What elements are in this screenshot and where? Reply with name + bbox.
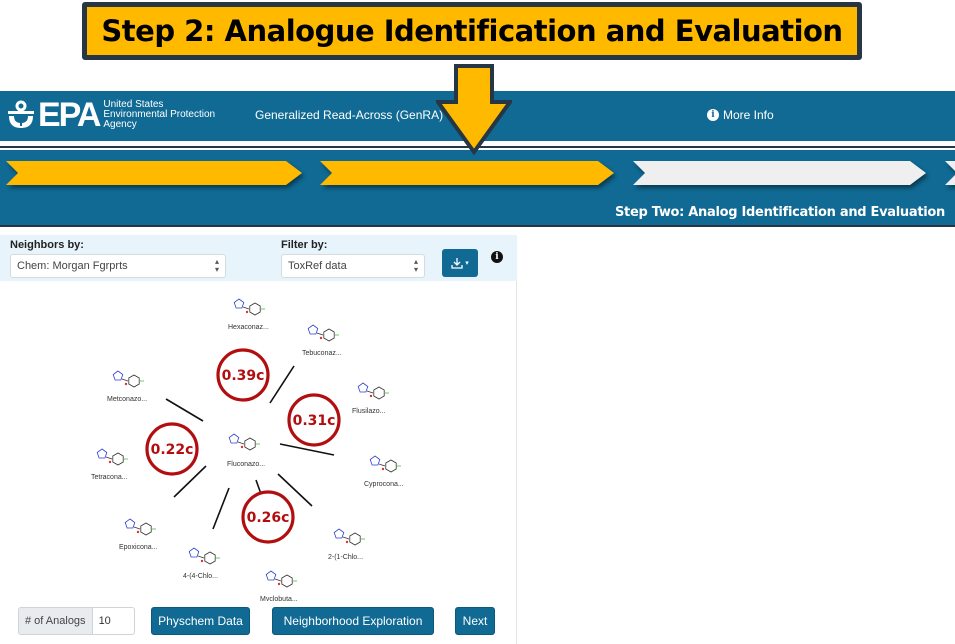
- molecule-structure-icon[interactable]: [307, 324, 339, 342]
- next-button[interactable]: Next: [455, 607, 495, 635]
- analogs-count-group: # of Analogs: [18, 607, 135, 635]
- molecule-structure-icon[interactable]: [112, 370, 144, 388]
- step-1-chevron[interactable]: [6, 161, 302, 185]
- graph-edge: [165, 398, 204, 422]
- filter-by-select[interactable]: ToxRef data ▴ ▾: [281, 254, 425, 278]
- select-caret-icon: ▴ ▾: [214, 257, 219, 274]
- molecule-structure-icon[interactable]: [96, 448, 128, 466]
- neighbor-node-label: Tebuconaz...: [302, 350, 342, 357]
- molecule-structure-icon[interactable]: [333, 528, 365, 546]
- graph-edge: [269, 365, 295, 404]
- epa-logo-text: EPA: [38, 96, 101, 134]
- neighbor-node-label: Tetracona...: [91, 474, 128, 481]
- agency-name: United States Environmental Protection A…: [103, 100, 215, 130]
- download-icon: [451, 258, 463, 269]
- molecule-structure-icon[interactable]: [369, 455, 401, 473]
- step-callout-banner: Step 2: Analogue Identification and Eval…: [82, 2, 862, 60]
- filter-by-value: ToxRef data: [288, 260, 347, 272]
- neighbor-node-label: Metconazo...: [107, 396, 147, 403]
- analogs-count-label: # of Analogs: [18, 607, 93, 635]
- molecule-structure-icon[interactable]: [124, 518, 156, 536]
- molecule-structure-icon[interactable]: [233, 298, 265, 316]
- similarity-score-label: 0.26c: [247, 510, 290, 526]
- select-caret-icon: ▴ ▾: [413, 257, 418, 274]
- neighbor-node-label: 2-(1-Chlo...: [328, 554, 363, 561]
- similarity-score-label: 0.22c: [151, 442, 194, 458]
- panel-toolbar: Neighbors by: Chem: Morgan Fgrprts ▴ ▾ Fi…: [0, 235, 517, 281]
- progress-stepper: Step Two: Analog Identification and Eval…: [0, 150, 955, 227]
- molecule-structure-icon[interactable]: [188, 547, 220, 565]
- neighbor-graph: Fluconazo... Hexaconaz... Tebuconaz... Flus…: [91, 298, 404, 601]
- graph-edge: [212, 487, 230, 530]
- epa-flower-icon: [8, 100, 34, 128]
- download-button[interactable]: ▾: [442, 249, 478, 277]
- dropdown-caret-icon: ▾: [465, 260, 469, 267]
- info-icon[interactable]: i: [491, 251, 503, 263]
- info-icon: i: [707, 109, 719, 121]
- more-info-link[interactable]: i More Info: [707, 108, 774, 122]
- neighbor-node-label: Epoxicona...: [119, 544, 158, 551]
- similarity-score-label: 0.31c: [293, 413, 336, 429]
- molecule-structure-icon[interactable]: [357, 382, 389, 400]
- neighbor-node-label: 4-(4-Chlo...: [183, 573, 218, 580]
- epa-logo[interactable]: EPA United States Environmental Protecti…: [6, 96, 215, 134]
- neighbors-by-label: Neighbors by:: [10, 239, 84, 251]
- analogs-count-input[interactable]: [92, 607, 135, 635]
- neighbor-node-label: Cyprocona...: [364, 481, 404, 488]
- neighbor-node-label: Hexaconaz...: [228, 324, 269, 331]
- step-3-chevron[interactable]: [633, 161, 926, 185]
- neighborhood-exploration-button[interactable]: Neighborhood Exploration: [272, 607, 434, 635]
- neighbors-by-select[interactable]: Chem: Morgan Fgrprts ▴ ▾: [10, 254, 226, 278]
- physchem-data-button[interactable]: Physchem Data: [151, 607, 250, 635]
- agency-line-3: Agency: [103, 119, 137, 130]
- center-node-label: Fluconazo...: [227, 461, 265, 468]
- step-4-chevron[interactable]: [945, 161, 955, 185]
- step-callout-text: Step 2: Analogue Identification and Eval…: [101, 14, 843, 48]
- app-title[interactable]: Generalized Read-Across (GenRA): [255, 108, 443, 122]
- step-caption: Step Two: Analog Identification and Eval…: [614, 205, 945, 220]
- molecule-structure-icon[interactable]: [228, 433, 260, 451]
- neighbor-node-label: Flusilazo...: [352, 408, 386, 415]
- neighbors-by-value: Chem: Morgan Fgrprts: [17, 260, 128, 272]
- filter-by-label: Filter by:: [281, 239, 328, 251]
- similarity-score-label: 0.39c: [222, 368, 265, 384]
- molecule-structure-icon[interactable]: [265, 570, 297, 588]
- step-2-chevron[interactable]: [320, 161, 614, 185]
- more-info-label: More Info: [723, 108, 774, 122]
- down-arrow-icon: [436, 64, 512, 156]
- analog-panel: Neighbors by: Chem: Morgan Fgrprts ▴ ▾ Fi…: [0, 235, 517, 644]
- neighbor-node-label: Myclobuta...: [260, 596, 298, 601]
